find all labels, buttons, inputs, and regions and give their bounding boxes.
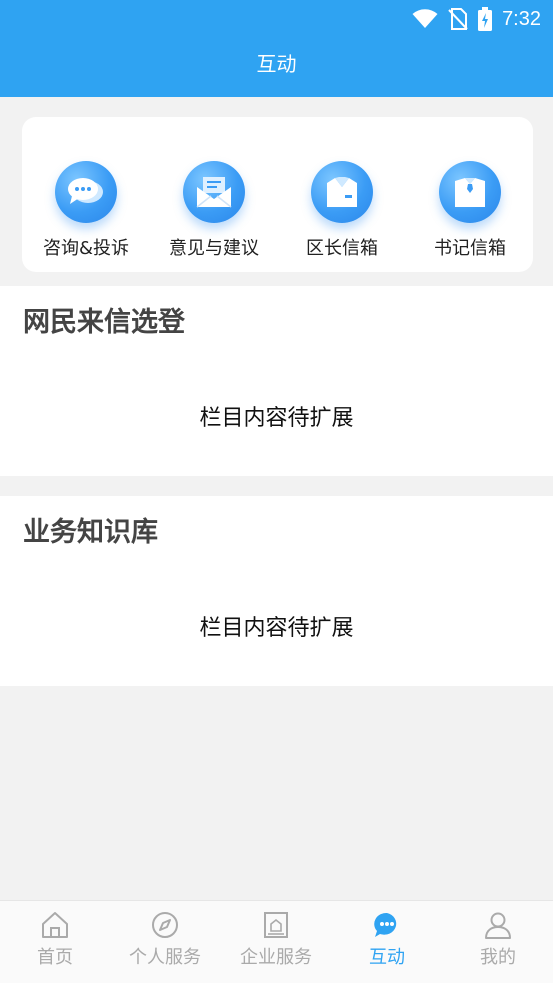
tab-mine[interactable]: 我的 [443,909,553,979]
district-mayor-mailbox-button[interactable]: 区长信箱 [278,161,406,261]
section-placeholder: 栏目内容待扩展 [199,616,354,641]
tab-interaction[interactable]: 互动 [332,909,442,979]
mail-envelope-icon [183,161,245,223]
quick-action-label: 区长信箱 [306,238,378,259]
mailbox-suit-icon [311,161,373,223]
mailbox-tie-icon [439,161,501,223]
tab-label: 企业服务 [240,947,312,968]
tab-label: 互动 [369,947,405,968]
tab-label: 我的 [480,947,516,968]
tab-personal-services[interactable]: 个人服务 [110,909,220,979]
home-icon [39,909,71,941]
chat-icon [371,909,403,941]
tab-home[interactable]: 首页 [0,909,110,979]
quick-action-label: 意见与建议 [169,238,259,259]
netizen-letters-section: 网民来信选登 栏目内容待扩展 [0,286,553,476]
status-bar: 7:32 [0,0,553,38]
knowledge-base-section: 业务知识库 栏目内容待扩展 [0,496,553,686]
status-time: 7:32 [502,7,541,30]
secretary-mailbox-button[interactable]: 书记信箱 [406,161,534,261]
tab-label: 首页 [37,947,73,968]
opinion-suggestion-button[interactable]: 意见与建议 [150,161,278,261]
tab-enterprise-services[interactable]: 企业服务 [221,909,331,979]
user-icon [482,909,514,941]
quick-action-label: 咨询&投诉 [42,238,130,259]
chat-bubbles-icon [55,161,117,223]
consult-complaint-button[interactable]: 咨询&投诉 [22,161,150,261]
battery-charging-icon [478,7,493,31]
page-title: 互动 [256,52,297,76]
compass-icon [149,909,181,941]
tab-label: 个人服务 [129,947,201,968]
building-icon [260,909,292,941]
quick-action-label: 书记信箱 [434,238,506,259]
quick-actions-card: 咨询&投诉 意见与建议 区长信箱 书记信箱 [22,117,533,272]
section-title: 网民来信选登 [23,307,185,338]
no-sim-icon [448,8,468,30]
wifi-icon [412,9,438,28]
section-title: 业务知识库 [23,517,158,548]
section-placeholder: 栏目内容待扩展 [199,406,354,431]
app-header: 7:32 互动 [0,0,553,97]
bottom-tab-bar: 首页 个人服务 企业服务 互动 我的 [0,900,553,983]
